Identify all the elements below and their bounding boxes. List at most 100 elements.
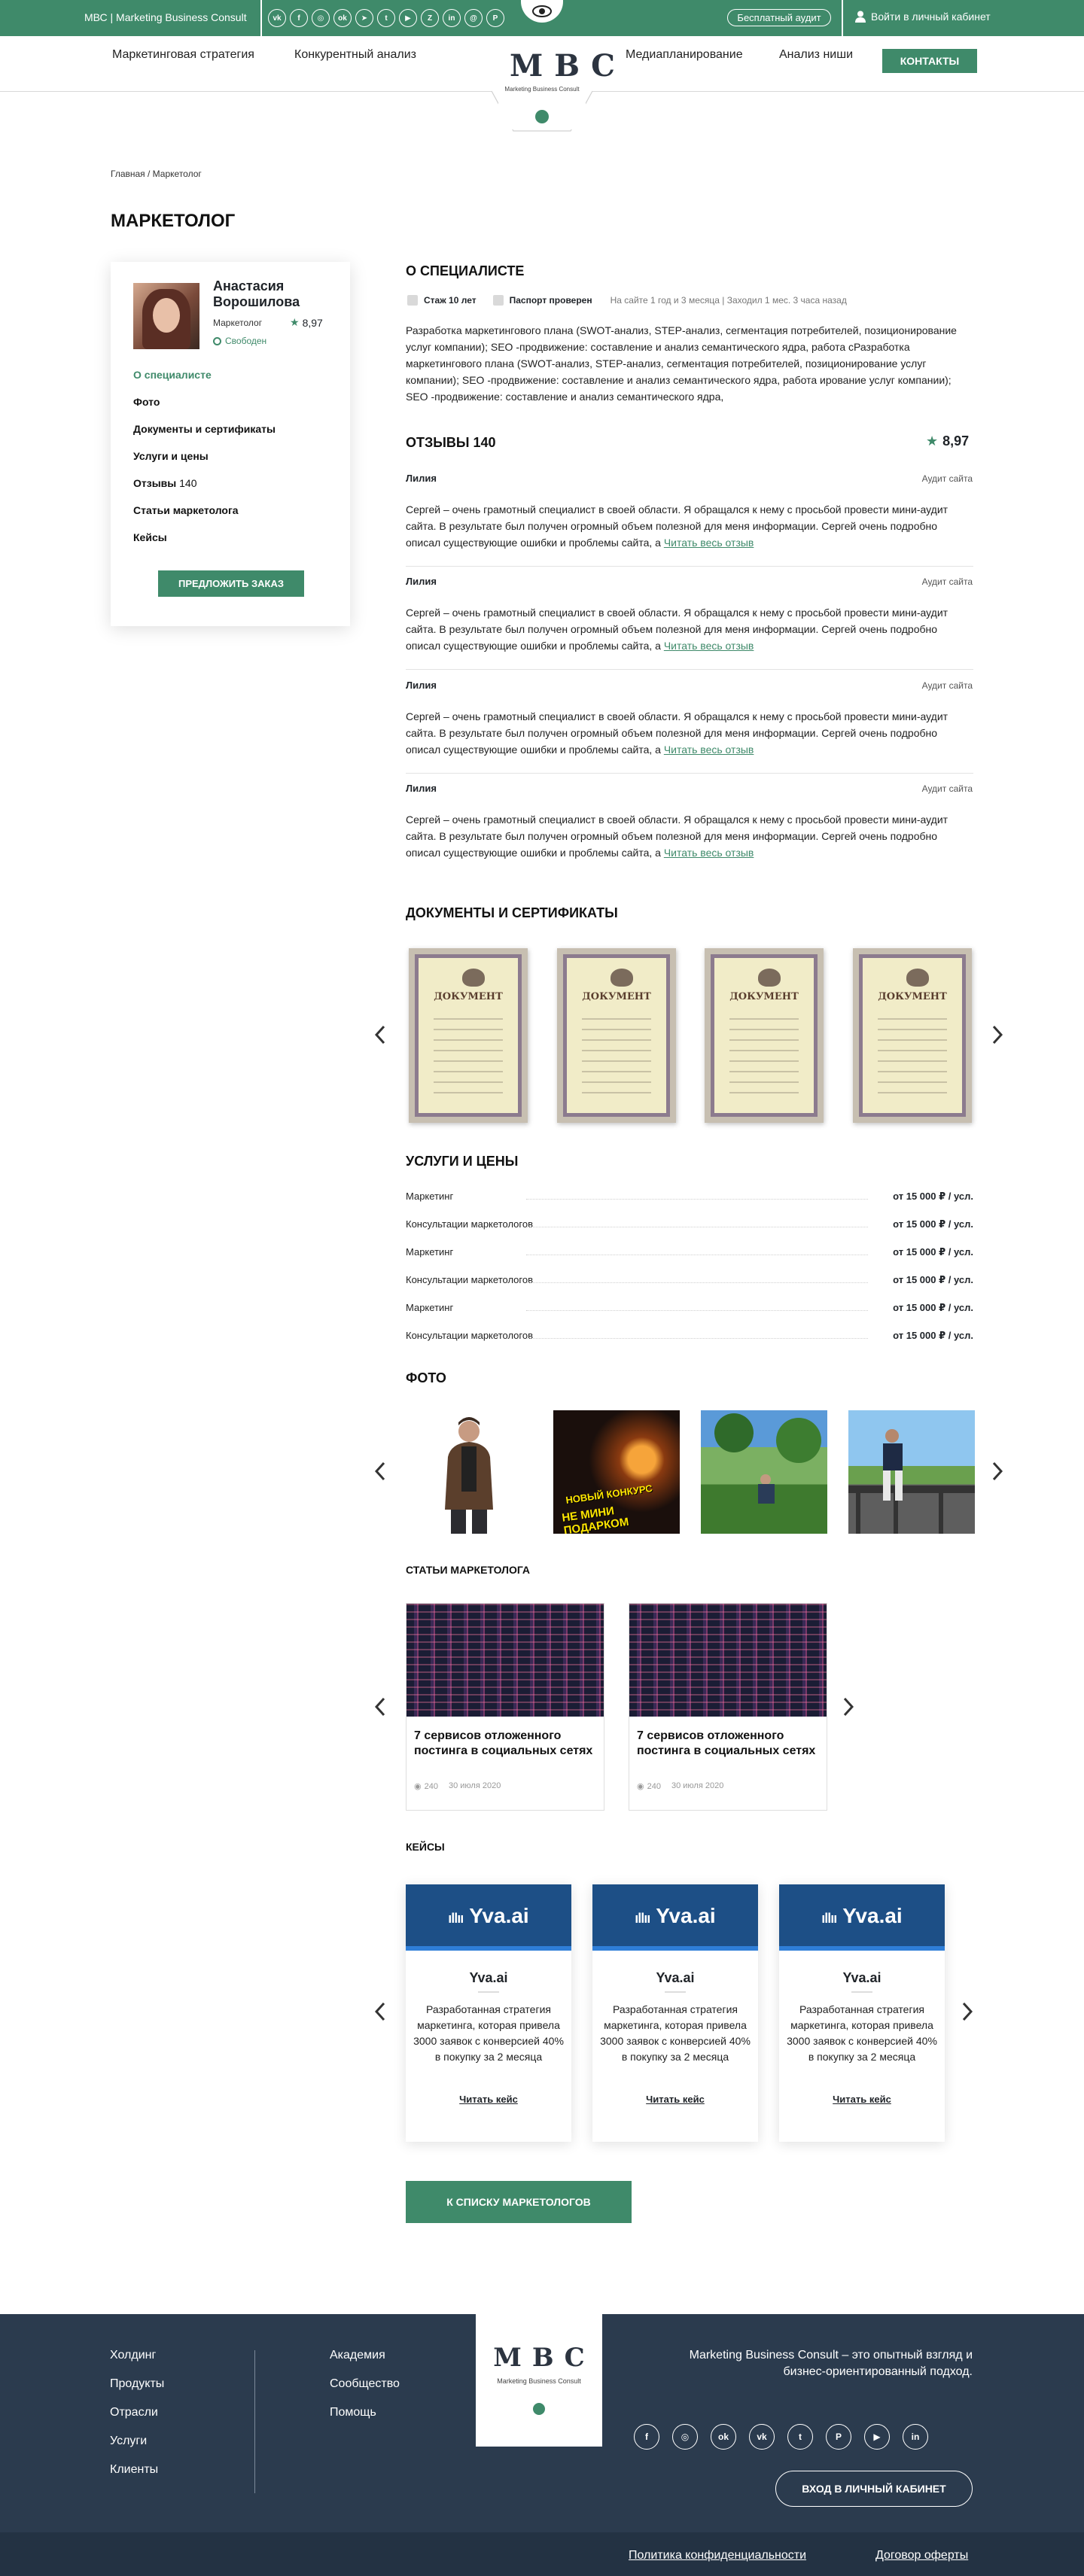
document-line (729, 1018, 799, 1020)
case-logo-text: Yva.ai (842, 1904, 903, 1927)
vk-icon[interactable]: vk (749, 2424, 775, 2450)
service-name: Консультации маркетологов (406, 1218, 533, 1230)
profile-menu-docs[interactable]: Документы и сертификаты (133, 423, 276, 435)
case-card[interactable]: ıllıı Yva.ai Yva.ai Разработанная стратегия… (779, 1884, 945, 2142)
facebook-icon[interactable]: f (634, 2424, 659, 2450)
mail-ru-icon[interactable]: @ (464, 9, 483, 27)
case-divider (665, 1991, 686, 1993)
photo-1[interactable] (406, 1410, 532, 1534)
telegram-icon[interactable]: ➤ (355, 9, 373, 27)
docs-prev-arrow[interactable] (372, 1025, 388, 1045)
privacy-link[interactable]: Политика конфиденциальности (629, 2549, 806, 2562)
youtube-icon[interactable]: ▶ (864, 2424, 890, 2450)
twitter-icon[interactable]: t (377, 9, 395, 27)
footer-link[interactable]: Сообщество (330, 2377, 400, 2391)
breadcrumb[interactable]: Главная / Маркетолог (111, 169, 202, 179)
cases-prev-arrow[interactable] (372, 2002, 388, 2021)
document-line (434, 1039, 503, 1041)
yandex-zen-icon[interactable]: Z (421, 9, 439, 27)
photos-prev-arrow[interactable] (372, 1461, 388, 1481)
footer-link[interactable]: Клиенты (110, 2463, 158, 2477)
document-thumbnail[interactable]: ДОКУМЕНТ (853, 948, 972, 1123)
case-logo-text: Yva.ai (469, 1904, 529, 1927)
accessibility-eye-icon[interactable] (521, 0, 563, 23)
back-to-list-button[interactable]: К СПИСКУ МАРКЕТОЛОГОВ (406, 2181, 632, 2223)
case-logo: ıllıı Yva.ai (592, 1904, 758, 1928)
user-icon (855, 11, 866, 23)
footer-link[interactable]: Отрасли (110, 2406, 158, 2419)
articles-next-arrow[interactable] (840, 1697, 857, 1717)
emblem-icon (906, 969, 929, 987)
photo-4[interactable] (848, 1410, 975, 1534)
document-thumbnail[interactable]: ДОКУМЕНТ (705, 948, 824, 1123)
read-review-link[interactable]: Читать весь отзыв (664, 640, 754, 652)
footer-logo[interactable]: МВС Marketing Business Consult (476, 2314, 602, 2447)
footer-link[interactable]: Академия (330, 2349, 385, 2362)
case-divider (478, 1991, 499, 1993)
vk-icon[interactable]: vk (268, 9, 286, 27)
about-title: О СПЕЦИАЛИСТЕ (406, 263, 525, 278)
profile-menu-about[interactable]: О специалисте (133, 369, 212, 381)
article-title[interactable]: 7 сервисов отложенного постинга в социал… (414, 1729, 595, 1759)
nav-niche[interactable]: Анализ ниши (779, 48, 853, 62)
read-case-link[interactable]: Читать кейс (779, 2094, 945, 2105)
nav-media[interactable]: Медиапланирование (626, 48, 743, 62)
cases-next-arrow[interactable] (959, 2002, 976, 2021)
footer-link[interactable]: Холдинг (110, 2349, 156, 2362)
profile-menu-reviews[interactable]: Отзывы 140 (133, 477, 196, 489)
photo-2[interactable]: НОВЫЙ КОНКУРС НЕ МИНИ ПОДАРКОМ (553, 1410, 680, 1534)
article-card[interactable]: 7 сервисов отложенного постинга в социал… (406, 1603, 604, 1811)
cabinet-link[interactable]: Войти в личный кабинет (855, 11, 991, 23)
nav-strategy[interactable]: Маркетинговая стратегия (112, 48, 254, 62)
case-card[interactable]: ıllıı Yva.ai Yva.ai Разработанная стратегия… (406, 1884, 571, 2142)
twitter-icon[interactable]: t (787, 2424, 813, 2450)
document-label: ДОКУМЕНТ (434, 991, 503, 1002)
offer-order-button[interactable]: ПРЕДЛОЖИТЬ ЗАКАЗ (158, 570, 304, 597)
odnoklassniki-icon[interactable]: ok (711, 2424, 736, 2450)
footer-link[interactable]: Помощь (330, 2406, 376, 2419)
docs-next-arrow[interactable] (989, 1025, 1006, 1045)
articles-prev-arrow[interactable] (372, 1697, 388, 1717)
profile-menu-services[interactable]: Услуги и цены (133, 450, 209, 462)
photos-next-arrow[interactable] (989, 1461, 1006, 1481)
footer-link[interactable]: Продукты (110, 2377, 164, 2391)
document-thumbnail[interactable]: ДОКУМЕНТ (557, 948, 676, 1123)
facebook-icon[interactable]: f (290, 9, 308, 27)
profile-menu-photo[interactable]: Фото (133, 396, 160, 408)
free-audit-button[interactable]: Бесплатный аудит (727, 9, 831, 26)
article-card[interactable]: 7 сервисов отложенного постинга в социал… (629, 1603, 827, 1811)
case-card[interactable]: ıllıı Yva.ai Yva.ai Разработанная стратегия… (592, 1884, 758, 2142)
case-description: Разработанная стратегия маркетинга, кото… (787, 2003, 937, 2063)
linkedin-icon[interactable]: in (903, 2424, 928, 2450)
read-case-link[interactable]: Читать кейс (406, 2094, 571, 2105)
instagram-icon[interactable]: ◎ (672, 2424, 698, 2450)
nav-competitors[interactable]: Конкурентный анализ (294, 48, 416, 62)
star-icon: ★ (926, 433, 939, 449)
document-thumbnail[interactable]: ДОКУМЕНТ (409, 948, 528, 1123)
document-label: ДОКУМЕНТ (878, 991, 947, 1002)
pinterest-icon[interactable]: P (486, 9, 504, 27)
read-review-link[interactable]: Читать весь отзыв (664, 847, 754, 859)
profile-menu-cases[interactable]: Кейсы (133, 531, 167, 543)
check-icon (407, 295, 418, 306)
footer-logo-letters: МВС (493, 2343, 595, 2373)
pinterest-icon[interactable]: P (826, 2424, 851, 2450)
read-review-link[interactable]: Читать весь отзыв (664, 537, 754, 549)
document-frame: ДОКУМЕНТ (415, 954, 522, 1117)
contacts-button[interactable]: КОНТАКТЫ (882, 49, 977, 73)
youtube-icon[interactable]: ▶ (399, 9, 417, 27)
linkedin-icon[interactable]: in (443, 9, 461, 27)
logo[interactable]: МВС Marketing Business Consult (498, 36, 615, 129)
service-price: от 15 000 ₽ / усл. (893, 1246, 973, 1258)
offer-link[interactable]: Договор оферты (875, 2549, 968, 2562)
emblem-icon (611, 969, 633, 987)
photo-3[interactable] (701, 1410, 827, 1534)
read-review-link[interactable]: Читать весь отзыв (664, 744, 754, 756)
instagram-icon[interactable]: ◎ (312, 9, 330, 27)
footer-cabinet-button[interactable]: ВХОД В ЛИЧНЫЙ КАБИНЕТ (775, 2471, 973, 2507)
odnoklassniki-icon[interactable]: ok (333, 9, 352, 27)
footer-link[interactable]: Услуги (110, 2435, 147, 2448)
profile-menu-articles[interactable]: Статьи маркетолога (133, 504, 239, 516)
article-title[interactable]: 7 сервисов отложенного постинга в социал… (637, 1729, 818, 1759)
read-case-link[interactable]: Читать кейс (592, 2094, 758, 2105)
